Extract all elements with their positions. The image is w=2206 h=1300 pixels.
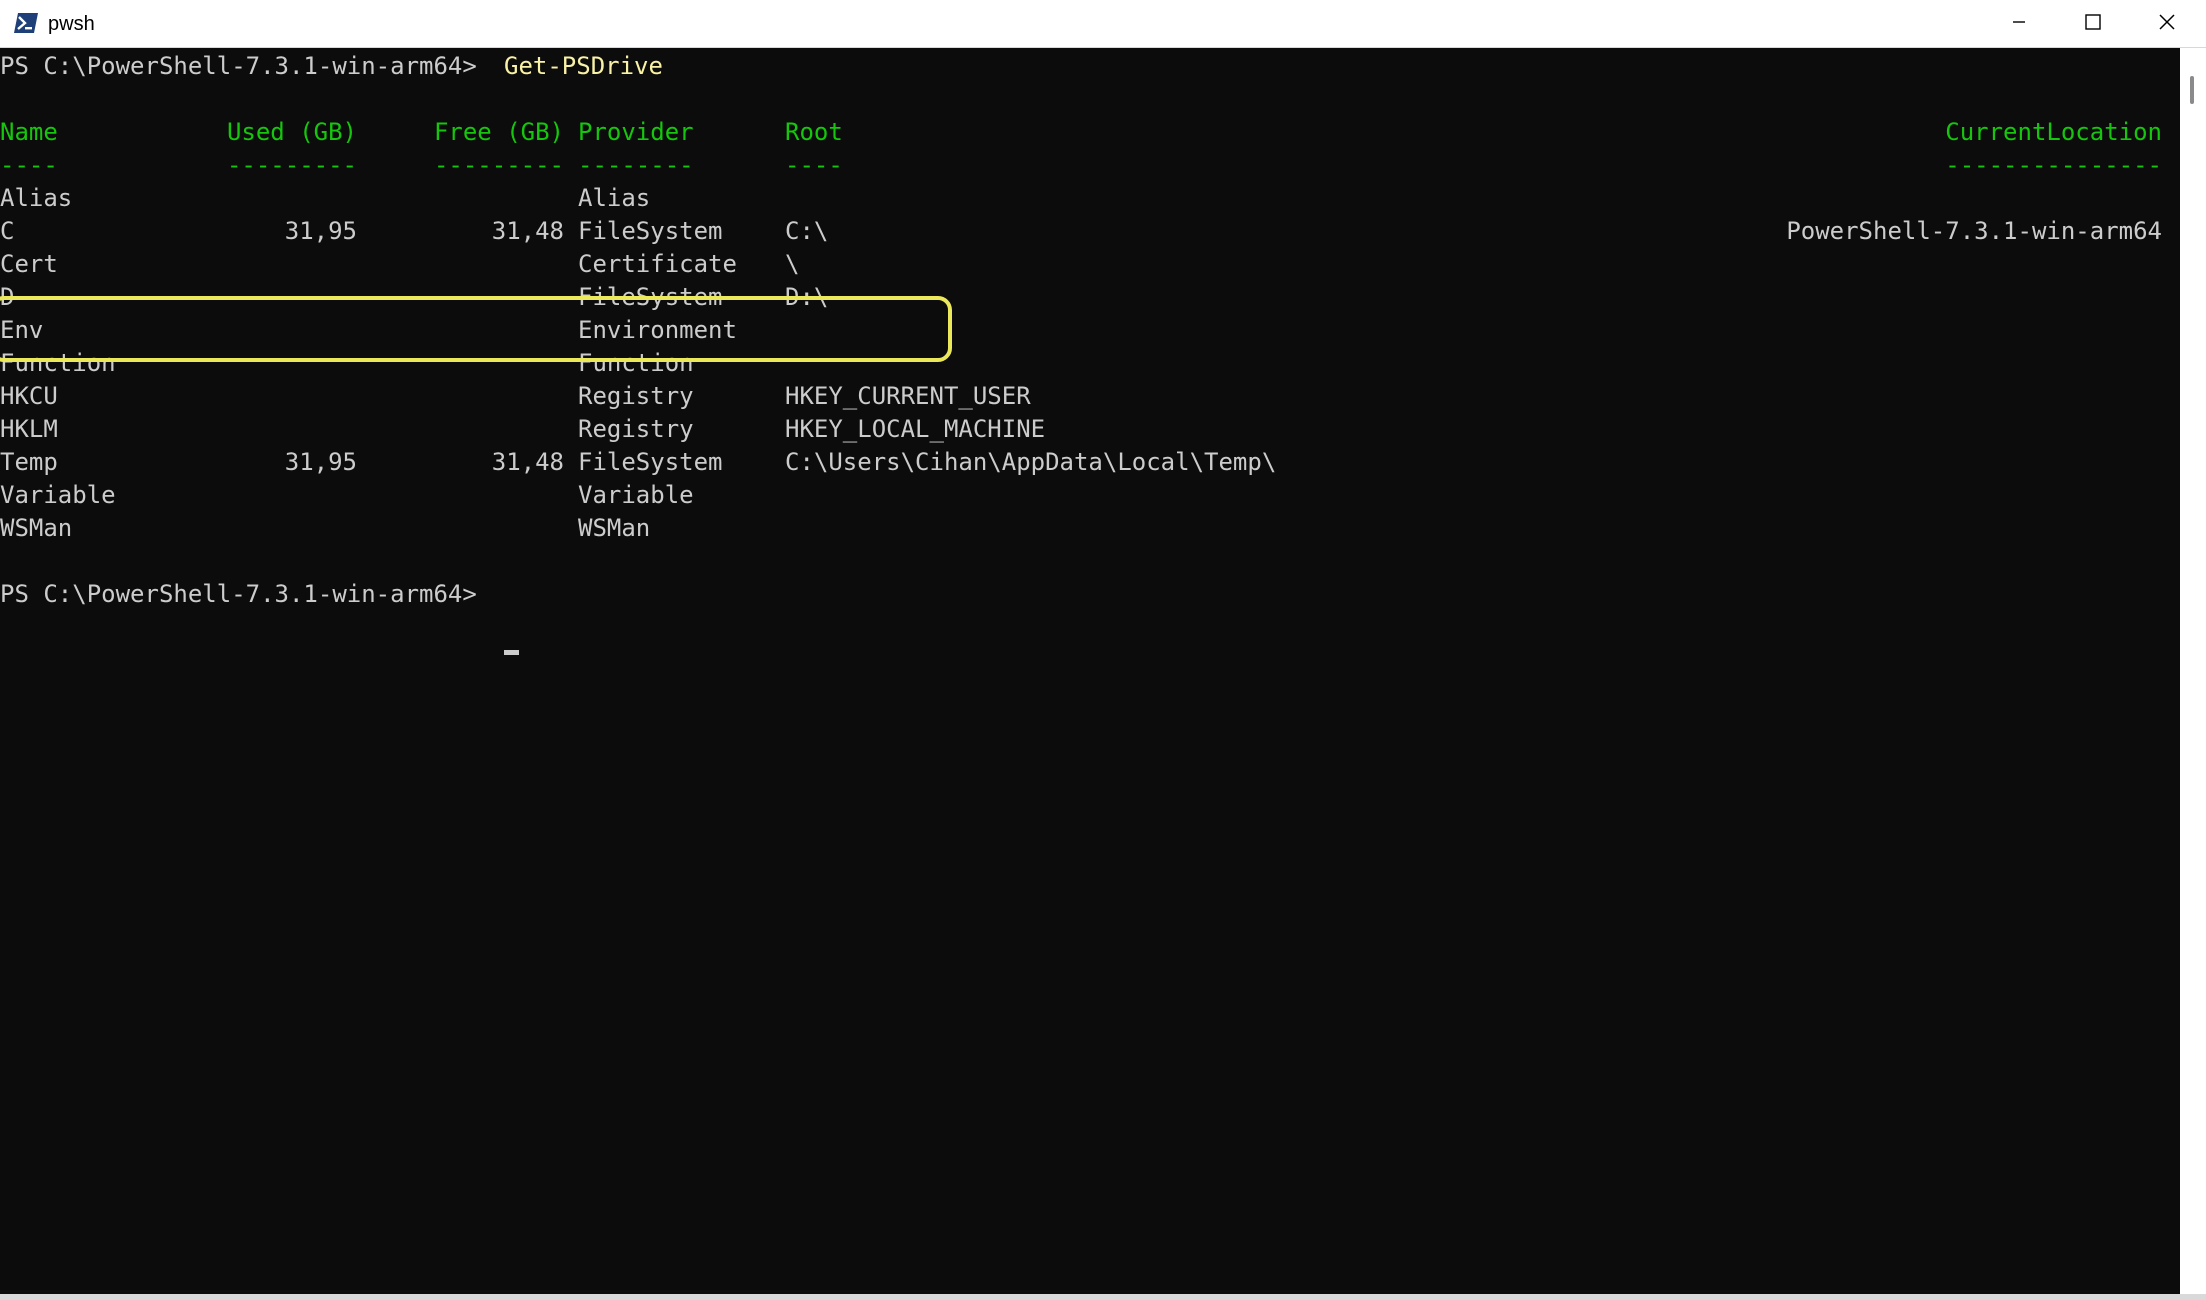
minimize-button[interactable] [1982, 0, 2056, 48]
cell-provider: FileSystem [578, 217, 723, 245]
table-row: HKCU Registry HKEY_CURRENT_USER [0, 380, 1031, 413]
cell-provider: Certificate [578, 250, 737, 278]
powershell-icon [14, 13, 38, 33]
maximize-button[interactable] [2056, 0, 2130, 48]
cell-root: HKEY_LOCAL_MACHINE [785, 415, 1046, 443]
cell-used: 31,95 [284, 448, 357, 476]
console-output[interactable]: PS C:\PowerShell-7.3.1-win-arm64> Get-PS… [0, 48, 2180, 1294]
table-row: Cert Certificate \ [0, 248, 799, 281]
window-bottom-edge [0, 1294, 2206, 1300]
table-header-row: Name Used (GB) Free (GB) Provider Root C… [0, 116, 2162, 149]
cell-provider: Variable [578, 481, 694, 509]
cell-name: HKLM [0, 415, 58, 443]
table-row: HKLM Registry HKEY_LOCAL_MACHINE [0, 413, 1045, 446]
cell-name: Alias [0, 184, 73, 212]
minimize-icon [2011, 14, 2027, 35]
cell-provider: Registry [578, 415, 694, 443]
cell-name: Env [0, 316, 44, 344]
separator-used: --------- [226, 151, 357, 179]
cell-root: \ [785, 250, 800, 278]
cell-provider: FileSystem [578, 448, 723, 476]
separator-current-location: --------------- [1945, 151, 2162, 179]
prompt-line: PS C:\PowerShell-7.3.1-win-arm64> [0, 578, 477, 611]
table-row: D FileSystem D:\ [0, 281, 828, 314]
title-bar[interactable]: pwsh [0, 0, 2206, 48]
table-row: Temp 31,95 31,48 FileSystem C:\Users\Cih… [0, 446, 1276, 479]
cell-name: C [0, 217, 15, 245]
header-current-location: CurrentLocation [1945, 118, 2162, 146]
cell-used: 31,95 [284, 217, 357, 245]
table-row: WSMan WSMan [0, 512, 650, 545]
header-name: Name [0, 118, 58, 146]
maximize-icon [2084, 13, 2102, 36]
separator-free: --------- [433, 151, 564, 179]
vertical-scrollbar[interactable] [2180, 48, 2206, 1294]
cell-name: HKCU [0, 382, 58, 410]
cell-name: Temp [0, 448, 58, 476]
cell-provider: WSMan [578, 514, 651, 542]
cell-root: D:\ [785, 283, 829, 311]
cell-name: Variable [0, 481, 116, 509]
header-free: Free (GB) [433, 118, 564, 146]
cell-root: HKEY_CURRENT_USER [785, 382, 1031, 410]
header-used: Used (GB) [226, 118, 357, 146]
cell-name: D [0, 283, 15, 311]
cell-root: C:\Users\Cihan\AppData\Local\Temp\ [785, 448, 1277, 476]
cell-free: 31,48 [491, 448, 564, 476]
window-title: pwsh [48, 13, 95, 35]
separator-name: ---- [0, 151, 58, 179]
cell-root: C:\ [785, 217, 829, 245]
prompt-line: PS C:\PowerShell-7.3.1-win-arm64> Get-PS… [0, 50, 663, 83]
header-provider: Provider [578, 118, 694, 146]
table-row: Variable Variable [0, 479, 694, 512]
table-row: C 31,95 31,48 FileSystem C:\ PowerShell-… [0, 215, 2162, 248]
cell-provider: Alias [578, 184, 651, 212]
separator-root: ---- [785, 151, 843, 179]
cell-current-location: PowerShell-7.3.1-win-arm64 [1786, 217, 2162, 245]
cell-provider: Function [578, 349, 694, 377]
cell-name: WSMan [0, 514, 73, 542]
table-row: Env Environment [0, 314, 737, 347]
text-cursor [504, 650, 519, 655]
table-row: Function Function [0, 347, 694, 380]
prompt: PS C:\PowerShell-7.3.1-win-arm64> [0, 52, 477, 80]
cell-free: 31,48 [491, 217, 564, 245]
cell-provider: FileSystem [578, 283, 723, 311]
terminal-window: pwsh PS C:\PowerShell-7.3.1-win-arm64> G… [0, 0, 2206, 1300]
scrollbar-thumb[interactable] [2190, 76, 2194, 104]
table-separator-row: ---- --------- --------- -------- ---- -… [0, 149, 2162, 182]
table-row: Alias Alias [0, 182, 650, 215]
close-button[interactable] [2130, 0, 2204, 48]
cell-provider: Registry [578, 382, 694, 410]
close-icon [2158, 13, 2176, 36]
prompt: PS C:\PowerShell-7.3.1-win-arm64> [0, 580, 477, 608]
cell-provider: Environment [578, 316, 737, 344]
header-root: Root [785, 118, 843, 146]
cell-name: Cert [0, 250, 58, 278]
command-text: Get-PSDrive [504, 52, 663, 80]
cell-name: Function [0, 349, 116, 377]
separator-provider: -------- [578, 151, 694, 179]
